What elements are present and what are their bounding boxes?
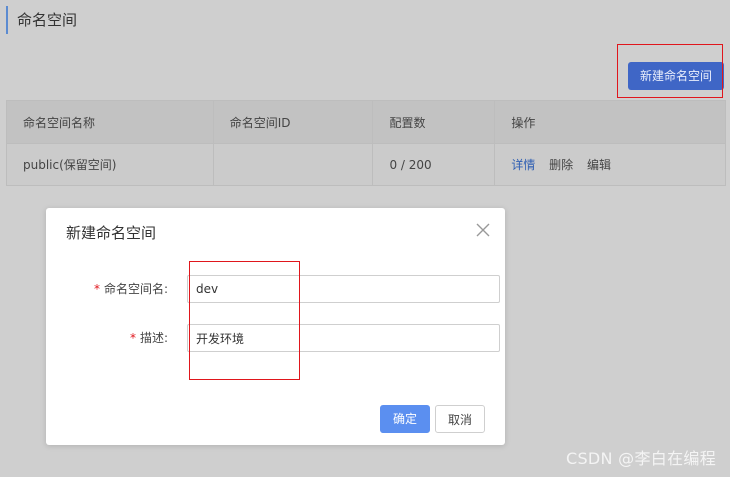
details-link[interactable]: 详情 xyxy=(511,158,535,172)
table-row: public(保留空间) 0 / 200 详情 删除 编辑 xyxy=(6,143,726,186)
column-header-count: 配置数 xyxy=(372,100,496,144)
confirm-button[interactable]: 确定 xyxy=(380,405,430,433)
dialog-title: 新建命名空间 xyxy=(66,224,157,242)
namespace-table: 命名空间名称 命名空间ID 配置数 操作 public(保留空间) 0 / 20… xyxy=(6,100,726,186)
column-header-id: 命名空间ID xyxy=(212,100,374,144)
delete-link[interactable]: 删除 xyxy=(549,158,573,172)
watermark: CSDN @李白在编程 xyxy=(565,449,716,468)
edit-link[interactable]: 编辑 xyxy=(587,158,611,172)
cell-namespace-id xyxy=(212,143,374,186)
cell-actions: 详情 删除 编辑 xyxy=(494,143,726,186)
description-label: * 描述: xyxy=(129,331,168,345)
highlight-box-new-button xyxy=(617,44,723,98)
cell-config-count: 0 / 200 xyxy=(372,143,496,186)
cancel-button[interactable]: 取消 xyxy=(435,405,485,433)
page-title: 命名空间 xyxy=(6,6,77,34)
highlight-box-inputs xyxy=(189,261,300,380)
required-mark: * xyxy=(129,331,136,345)
table-header-row: 命名空间名称 命名空间ID 配置数 操作 xyxy=(6,100,726,144)
column-header-name: 命名空间名称 xyxy=(6,100,214,144)
required-mark: * xyxy=(93,282,100,296)
cell-namespace-name: public(保留空间) xyxy=(6,143,214,186)
close-icon[interactable] xyxy=(475,222,491,238)
column-header-actions: 操作 xyxy=(494,100,726,144)
namespace-name-label: * 命名空间名: xyxy=(93,282,168,296)
